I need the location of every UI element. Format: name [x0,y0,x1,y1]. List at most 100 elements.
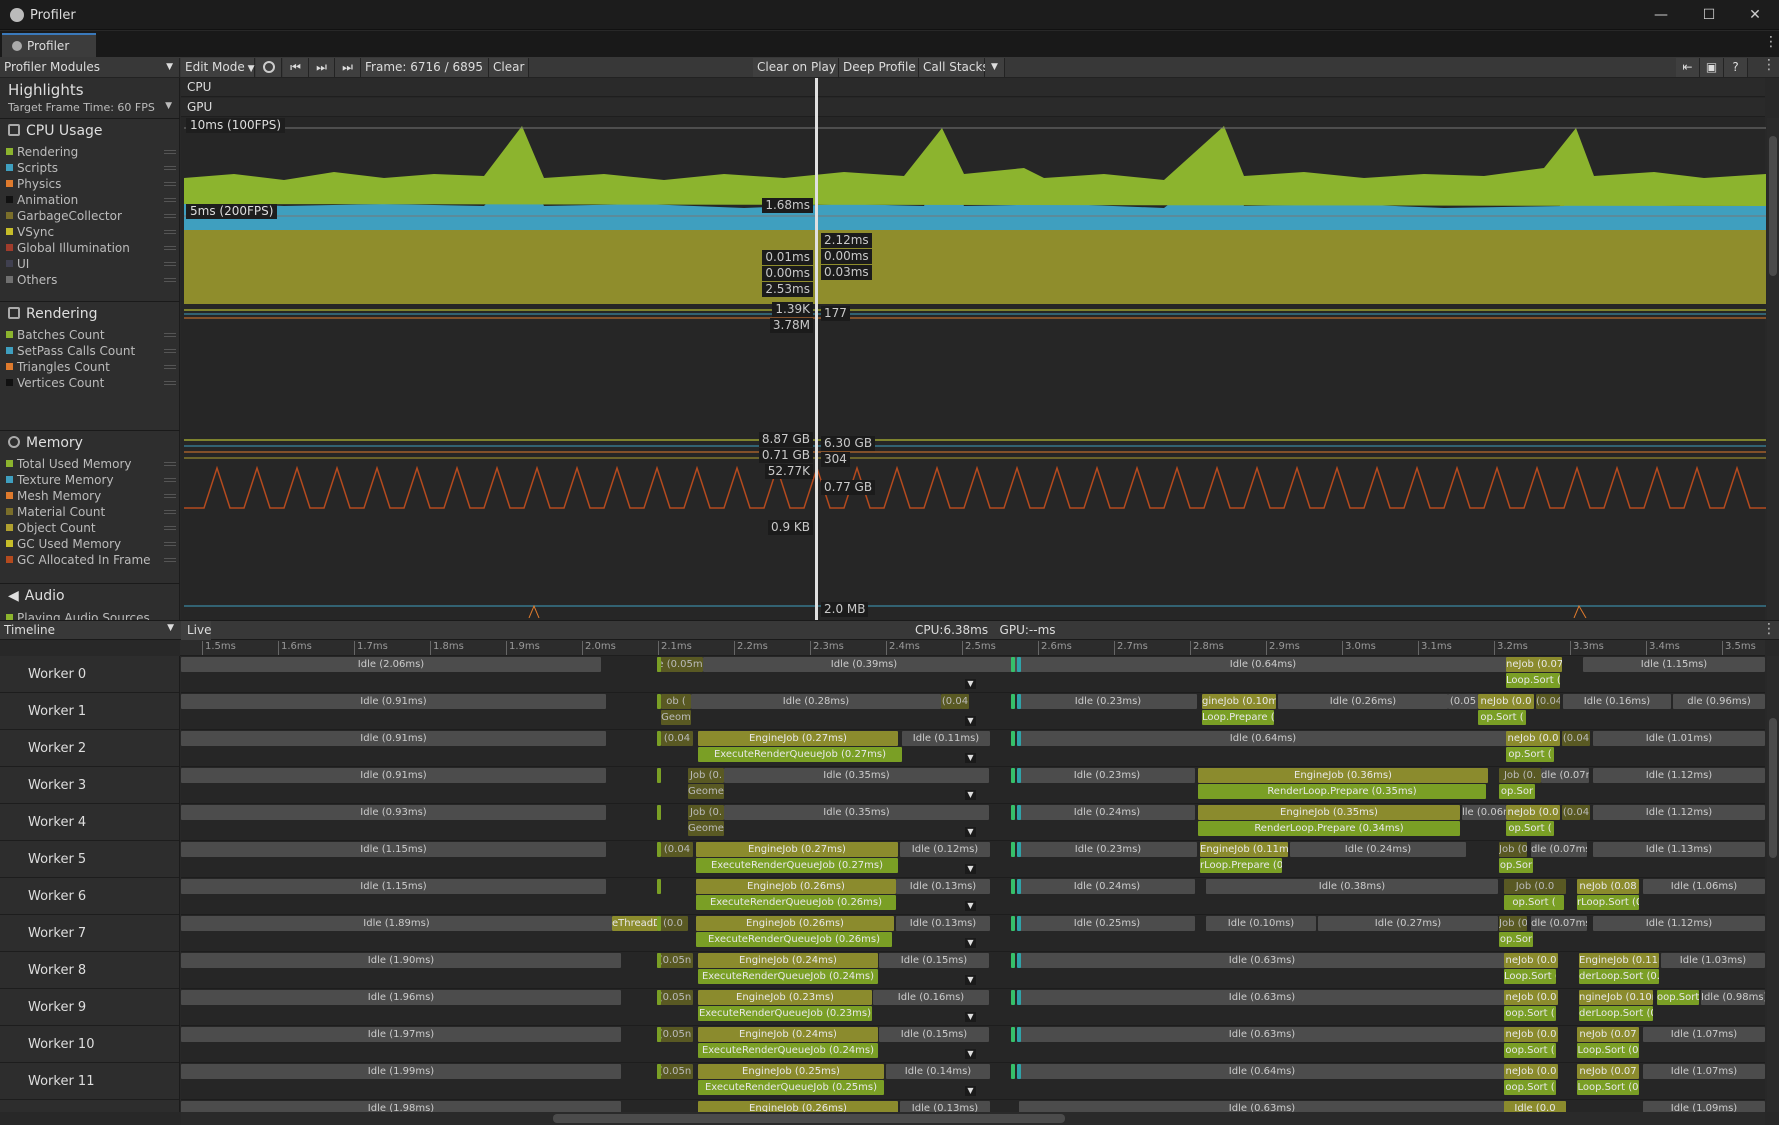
idle-sample[interactable]: Idle (0.15ms) [879,1027,989,1042]
target-frame-time-dropdown[interactable]: Target Frame Time: 60 FPS ▼ [8,101,178,114]
job-sample[interactable]: neJob (0.0 [1504,1027,1558,1042]
expand-thread-chevron-down-icon[interactable]: ▼ [965,753,976,763]
thread-label-worker-6[interactable]: Worker 6 [28,889,86,904]
expand-thread-chevron-down-icon[interactable]: ▼ [965,1012,976,1022]
idle-sample[interactable]: Idle (0.35ms) [724,805,989,820]
legend-material-count[interactable]: Material Count [6,504,176,520]
charts-scrollbar-thumb[interactable] [1769,136,1777,276]
idle-sample[interactable]: Idle (0.23ms) [1019,842,1197,857]
job-sample[interactable]: EngineJob (0.26ms) [698,1101,898,1112]
thread-label-worker-1[interactable]: Worker 1 [28,704,86,719]
idle-sample[interactable]: Idle (1.12ms) [1593,805,1765,820]
job-sample[interactable]: ExecuteRenderQueueJob (0.27ms) [698,747,902,762]
drag-handle-icon[interactable] [164,478,176,482]
job-sample[interactable]: eThreadD [612,916,658,931]
sample-marker[interactable] [657,805,661,820]
job-sample[interactable]: RenderLoop.Prepare (0.35ms) [1198,784,1486,799]
idle-sample[interactable]: Idle (0.13ms) [900,1101,990,1112]
idle-sample[interactable]: Idle (0.25ms) [1019,916,1195,931]
sample-marker[interactable] [1017,805,1021,820]
thread-label-worker-10[interactable]: Worker 10 [28,1037,94,1052]
thread-label-worker-0[interactable]: Worker 0 [28,667,86,682]
cpu-usage-module-title[interactable]: CPU Usage [8,123,103,139]
sample-marker[interactable] [657,694,661,709]
live-toggle[interactable]: Live [181,621,212,640]
sample-marker[interactable] [1011,694,1015,709]
idle-sample[interactable]: Idle (1.06ms) [1643,879,1765,894]
time-ruler[interactable]: 1.5ms 1.6ms 1.7ms 1.8ms 1.9ms 2.0ms 2.1ms 2.2ms… [180,640,1765,656]
job-sample[interactable]: ExecuteRenderQueueJob (0.25ms) [698,1080,884,1095]
job-sample[interactable]: EngineJob (0.11ms [1200,842,1288,857]
thread-label-worker-4[interactable]: Worker 4 [28,815,86,830]
sample-marker[interactable] [1017,990,1021,1005]
job-sample[interactable]: op.Sort ( [1504,895,1564,910]
job-sample[interactable]: Job (0.0 [1504,879,1566,894]
sample-marker[interactable] [657,916,661,931]
idle-sample[interactable]: Idle (1.98ms) [181,1101,621,1112]
job-sample[interactable]: (0.05n [657,1064,693,1079]
idle-sample[interactable]: Idle (0.63ms) [1019,1101,1505,1112]
job-sample[interactable]: Geome [688,784,724,799]
tab-menu-icon[interactable]: ⋮ [1764,34,1778,50]
idle-sample[interactable]: Idle (0.38ms) [1206,879,1498,894]
job-sample[interactable]: (0.04 [941,694,969,709]
job-sample[interactable]: op.Sort ( [1506,821,1554,836]
job-sample[interactable]: op.Sor [1499,932,1533,947]
job-sample[interactable]: neJob (0.0 [1478,694,1534,709]
legend-global-illumination[interactable]: Global Illumination [6,240,176,256]
job-sample[interactable]: (0.04 [661,842,693,857]
idle-sample[interactable]: Idle (1.09ms) [1643,1101,1765,1112]
job-sample[interactable]: op.Sort ( [1478,710,1526,725]
legend-mesh-memory[interactable]: Mesh Memory [6,488,176,504]
idle-sample[interactable]: Idle (0.64ms) [1019,1064,1505,1079]
idle-sample[interactable]: Idle (0.28ms) [691,694,941,709]
idle-sample[interactable]: Idle (1.07ms) [1643,1064,1765,1079]
expand-thread-chevron-down-icon[interactable]: ▼ [965,679,976,689]
sample-marker[interactable] [1017,1027,1021,1042]
timeline-hscroll[interactable] [181,1112,1765,1125]
legend-setpass-calls-count[interactable]: SetPass Calls Count [6,343,176,359]
job-sample[interactable]: neJob (0.0 [1504,953,1558,968]
drag-handle-icon[interactable] [164,381,176,385]
expand-thread-chevron-down-icon[interactable]: ▼ [965,827,976,837]
legend-object-count[interactable]: Object Count [6,520,176,536]
job-sample[interactable]: ob ( [661,694,691,709]
job-sample[interactable]: EngineJob (0.36ms) [1198,768,1488,783]
sample-marker[interactable] [657,879,661,894]
job-sample[interactable]: derLoop.Sort (0.1 [1579,1006,1653,1021]
expand-thread-chevron-down-icon[interactable]: ▼ [965,1049,976,1059]
job-sample[interactable]: (0.05n [657,990,693,1005]
help-icon[interactable]: ? [1724,58,1748,77]
idle-sample[interactable]: dle (0.07ms [1541,768,1589,783]
idle-sample[interactable]: Idle (1.99ms) [181,1064,621,1079]
sample-marker[interactable] [1017,953,1021,968]
job-sample[interactable]: neJob (0.07 [1577,1064,1639,1079]
previous-frame-button[interactable]: ⏮ [283,58,309,77]
job-sample[interactable]: ngineJob (0.10m [1579,990,1653,1005]
sample-marker[interactable] [657,990,661,1005]
idle-sample[interactable]: Idle (0.23ms) [1019,768,1195,783]
legend-gc-used-memory[interactable]: GC Used Memory [6,536,176,552]
legend-garbagecollector[interactable]: GarbageCollector [6,208,176,224]
highlights-gpu-row[interactable]: GPU [181,98,1765,117]
idle-sample[interactable]: dle (0.07ms [1531,842,1587,857]
sample-marker[interactable] [1011,1064,1015,1079]
idle-sample[interactable]: Idle (1.15ms) [181,842,606,857]
job-sample[interactable]: EngineJob (0.25ms) [698,1064,884,1079]
job-sample[interactable]: (0.0 [658,916,688,931]
job-sample[interactable]: RenderLoop.Prepare (0.34ms) [1198,821,1460,836]
idle-sample[interactable]: Idle (0.15ms) [879,953,989,968]
job-sample[interactable]: EngineJob (0.23ms) [698,990,872,1005]
idle-sample[interactable]: Idle (1.03ms) [1661,953,1765,968]
job-sample[interactable]: neJob (0.07 [1577,1027,1639,1042]
call-stacks-dropdown[interactable]: ▼ [985,58,1005,77]
idle-sample[interactable]: Idle (0.12ms) [900,842,990,857]
idle-sample[interactable]: Idle (1.15ms) [181,879,606,894]
maximize-button[interactable]: ☐ [1690,4,1728,26]
thread-label-worker-9[interactable]: Worker 9 [28,1000,86,1015]
job-sample[interactable]: Loop.Sort (0 [1577,1080,1639,1095]
job-sample[interactable]: Loop.Sort (0 [1577,1043,1639,1058]
sample-marker[interactable] [1011,879,1015,894]
job-sample[interactable]: Loop.Prepare ( [1202,710,1274,725]
thread-label-worker-3[interactable]: Worker 3 [28,778,86,793]
